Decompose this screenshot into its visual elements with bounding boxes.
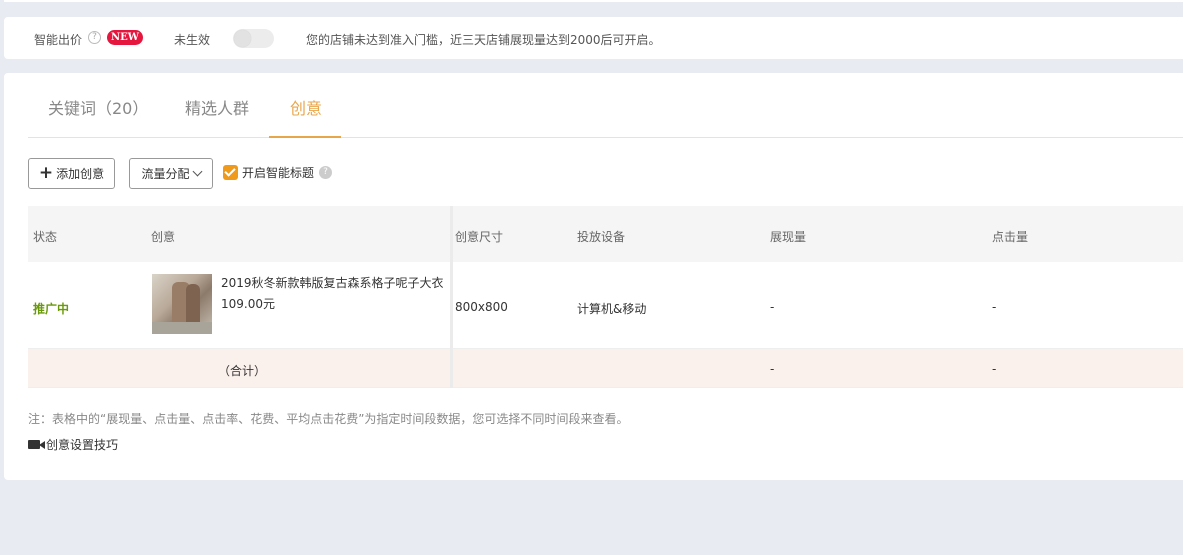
help-icon[interactable]: ? xyxy=(319,166,333,179)
plus-icon: + xyxy=(38,163,54,183)
table-row: 推广中 2019秋冬新款韩版复古森系格子呢子大衣 109.00元 800x800… xyxy=(28,262,1183,349)
creative-price: 109.00元 xyxy=(221,297,275,311)
frozen-column-divider xyxy=(450,206,453,388)
creative-impressions: - xyxy=(770,300,775,314)
summary-row: （合计） - - xyxy=(28,349,1183,388)
help-icon[interactable]: ? xyxy=(88,31,101,44)
tab-creative[interactable]: 创意 xyxy=(290,95,322,119)
header-impressions: 展现量 xyxy=(770,230,807,244)
traffic-allocation-label: 流量分配 xyxy=(141,167,190,181)
smart-title-label: 开启智能标题 xyxy=(242,166,315,180)
table-note: 注：表格中的“展现量、点击量、点击率、花费、平均点击花费”为指定时间段数据，您可… xyxy=(28,412,629,426)
header-size: 创意尺寸 xyxy=(455,230,504,244)
status-text: 推广中 xyxy=(33,302,70,316)
tab-bar: 关键词（20） 精选人群 创意 xyxy=(28,73,1183,138)
creative-clicks: - xyxy=(992,300,997,314)
smart-bid-status: 未生效 xyxy=(174,33,211,47)
header-clicks: 点击量 xyxy=(992,230,1029,244)
tab-audience[interactable]: 精选人群 xyxy=(185,95,249,119)
creative-device: 计算机&移动 xyxy=(577,302,647,316)
creative-tips-link[interactable]: 创意设置技巧 xyxy=(28,436,118,453)
creative-thumbnail[interactable] xyxy=(152,274,212,334)
top-strip xyxy=(4,0,1183,2)
smart-bid-toggle[interactable] xyxy=(233,29,274,48)
video-camera-icon xyxy=(28,440,45,449)
summary-label: （合计） xyxy=(218,364,267,378)
creative-size: 800x800 xyxy=(455,300,508,314)
header-creative: 创意 xyxy=(151,230,176,244)
smart-title-checkbox[interactable] xyxy=(223,165,238,180)
add-creative-label: 添加创意 xyxy=(56,167,105,181)
smart-bid-notice: 您的店铺未达到准入门槛，近三天店铺展现量达到2000后可开启。 xyxy=(306,33,661,47)
creative-title[interactable]: 2019秋冬新款韩版复古森系格子呢子大衣 xyxy=(221,274,444,291)
traffic-allocation-dropdown[interactable]: 流量分配 xyxy=(129,158,213,189)
summary-clicks: - xyxy=(992,362,997,376)
table-header: 状态 创意 创意尺寸 投放设备 展现量 点击量 xyxy=(28,206,1183,262)
tab-keywords[interactable]: 关键词（20） xyxy=(48,95,148,119)
summary-impressions: - xyxy=(770,362,775,376)
add-creative-button[interactable]: + 添加创意 xyxy=(28,158,115,189)
header-device: 投放设备 xyxy=(577,230,626,244)
new-badge: NEW xyxy=(107,30,143,45)
creative-card: 关键词（20） 精选人群 创意 + 添加创意 流量分配 开启智能标题 ? 状态 … xyxy=(4,73,1183,480)
header-status: 状态 xyxy=(33,230,58,244)
smart-title-option[interactable]: 开启智能标题 ? xyxy=(223,164,333,181)
chevron-down-icon xyxy=(192,166,202,177)
active-tab-underline xyxy=(269,136,341,138)
smart-bid-label: 智能出价 xyxy=(34,33,83,47)
toggle-knob xyxy=(234,30,251,47)
creative-tips-label: 创意设置技巧 xyxy=(46,438,119,452)
smart-bid-bar: 智能出价 ? NEW 未生效 您的店铺未达到准入门槛，近三天店铺展现量达到200… xyxy=(4,17,1183,59)
